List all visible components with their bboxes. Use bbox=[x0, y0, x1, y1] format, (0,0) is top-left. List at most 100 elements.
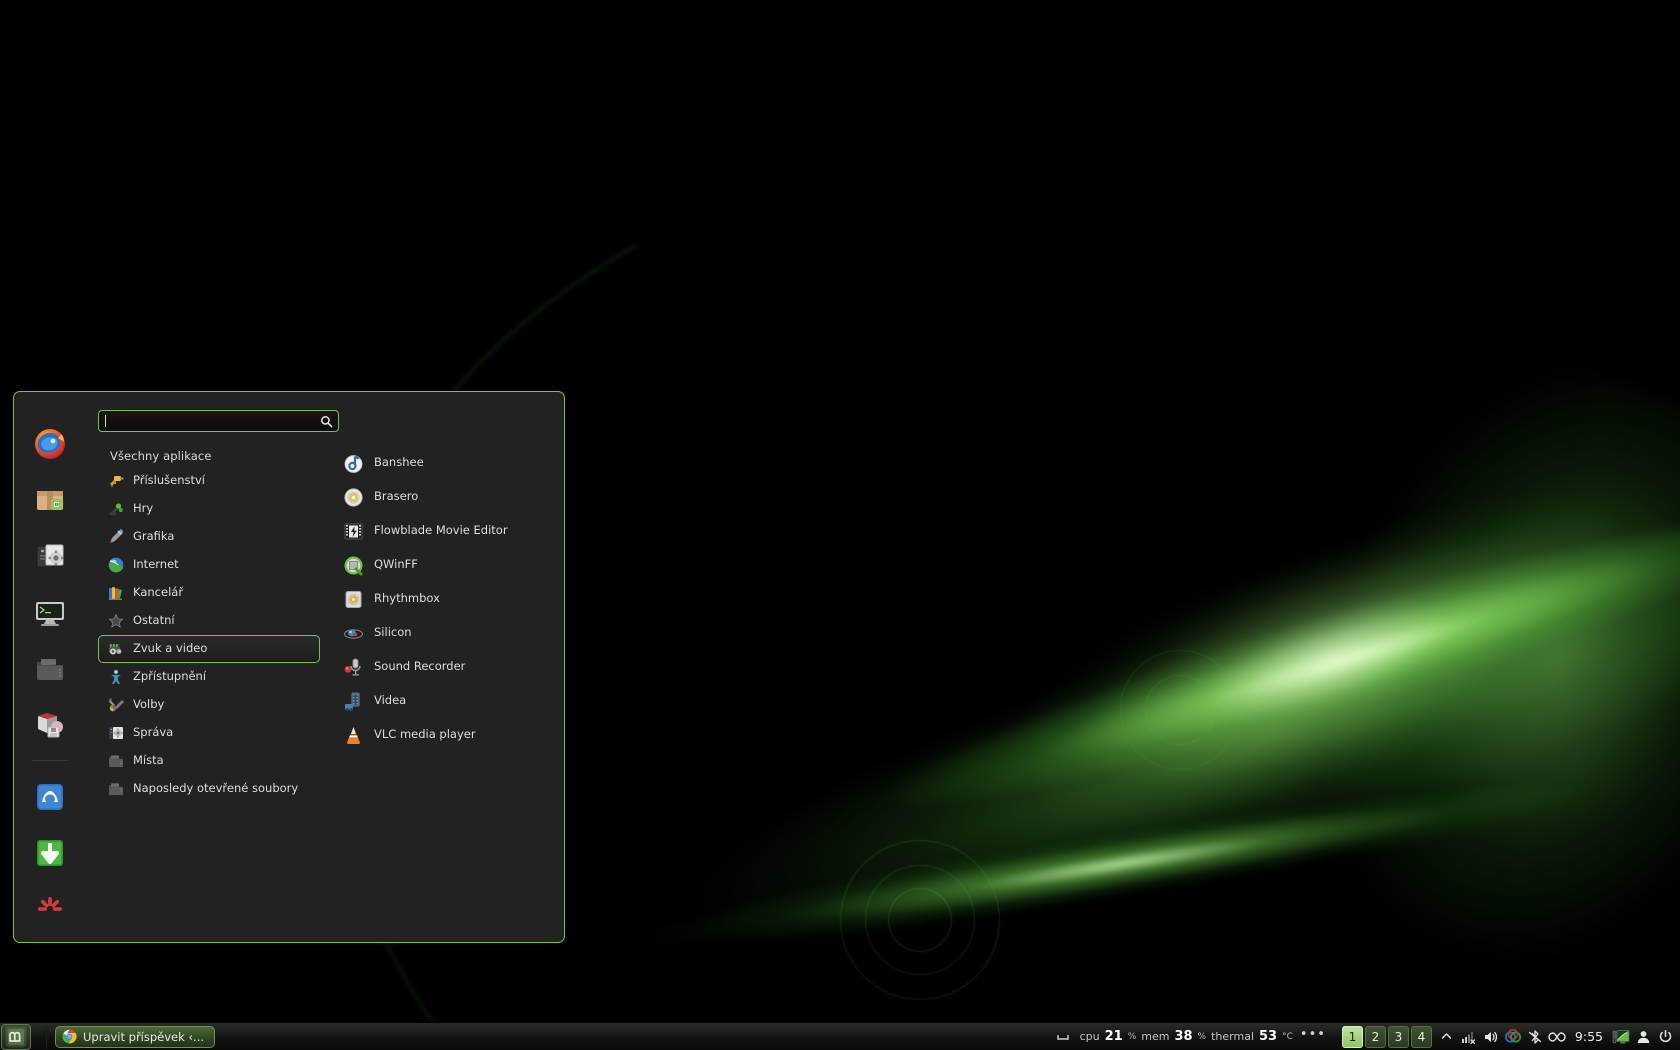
app-label: Flowblade Movie Editor bbox=[374, 523, 508, 538]
other-icon bbox=[108, 613, 124, 628]
category-label: Zpřístupnění bbox=[133, 669, 207, 684]
app-label: Videa bbox=[374, 693, 407, 708]
category-hry[interactable]: Hry bbox=[98, 495, 320, 523]
updates-icon bbox=[37, 840, 63, 866]
brasero-icon bbox=[344, 487, 363, 507]
app-silicon[interactable]: Silicon bbox=[334, 616, 554, 650]
category-label: Zvuk a video bbox=[133, 641, 208, 656]
application-menu[interactable]: Všechny aplikace Příslušenství Hry Grafi… bbox=[13, 391, 565, 943]
infinity-icon[interactable] bbox=[1546, 1026, 1568, 1048]
app-brasero[interactable]: Brasero bbox=[334, 480, 554, 514]
system-monitor-applet[interactable]: cpu 21 % mem 38 % thermal 53 °C ••• bbox=[1074, 1027, 1338, 1046]
favorite-package-installer[interactable] bbox=[27, 702, 73, 746]
workspace-1[interactable]: 1 bbox=[1341, 1025, 1363, 1048]
category-zpristupneni[interactable]: Zpřístupnění bbox=[98, 663, 320, 691]
tray-expand-icon[interactable] bbox=[1436, 1026, 1458, 1048]
category-label: Příslušenství bbox=[133, 473, 205, 488]
thermal-unit: °C bbox=[1282, 1031, 1293, 1042]
app-sound-recorder[interactable]: Sound Recorder bbox=[334, 650, 554, 684]
category-sprava[interactable]: Správa bbox=[98, 719, 320, 747]
qwinff-icon bbox=[344, 556, 363, 575]
mint-menu-button[interactable] bbox=[1, 1023, 31, 1050]
favorite-files[interactable] bbox=[27, 646, 73, 690]
chrome-icon bbox=[62, 1029, 77, 1044]
app-videa[interactable]: Videa bbox=[334, 684, 554, 718]
window-list-icon[interactable] bbox=[1052, 1026, 1074, 1048]
all-applications-label[interactable]: Všechny aplikace bbox=[98, 446, 320, 467]
workspace-3[interactable]: 3 bbox=[1387, 1025, 1409, 1048]
favorite-software-manager[interactable] bbox=[27, 478, 73, 522]
category-volby[interactable]: Volby bbox=[98, 691, 320, 719]
category-mista[interactable]: Místa bbox=[98, 747, 320, 775]
videos-icon bbox=[345, 692, 360, 711]
quit-icon bbox=[38, 897, 62, 911]
app-qwinff[interactable]: QWinFF bbox=[334, 548, 554, 582]
category-zvuk-a-video[interactable]: Zvuk a video bbox=[98, 635, 320, 663]
firefox-icon bbox=[35, 429, 65, 459]
clock[interactable]: 9:55 bbox=[1568, 1029, 1610, 1044]
files-icon bbox=[37, 659, 63, 680]
favorite-firefox[interactable] bbox=[27, 422, 73, 466]
accessibility-icon bbox=[111, 669, 121, 684]
workspace-4[interactable]: 4 bbox=[1410, 1025, 1432, 1048]
flowblade-icon bbox=[344, 523, 363, 539]
task-button[interactable]: Upravit příspěvek ‹... bbox=[55, 1025, 216, 1048]
show-desktop-button[interactable] bbox=[33, 1024, 47, 1049]
cpu-label: cpu bbox=[1079, 1030, 1100, 1043]
category-prislusenstvi[interactable]: Příslušenství bbox=[98, 467, 320, 495]
application-list: Banshee Brasero Flowblade Movie Editor Q… bbox=[320, 446, 554, 803]
favorite-help[interactable] bbox=[27, 775, 73, 819]
category-kancelar[interactable]: Kancelář bbox=[98, 579, 320, 607]
workspace-2[interactable]: 2 bbox=[1364, 1025, 1386, 1048]
favorite-terminal[interactable] bbox=[27, 590, 73, 634]
category-internet[interactable]: Internet bbox=[98, 551, 320, 579]
search-box[interactable] bbox=[98, 410, 339, 432]
workspace-switcher[interactable]: 1 2 3 4 bbox=[1338, 1025, 1436, 1048]
accessories-icon bbox=[110, 476, 124, 488]
app-label: QWinFF bbox=[374, 557, 418, 572]
favorites-divider bbox=[32, 760, 68, 761]
favorites-strip bbox=[14, 392, 86, 942]
app-banshee[interactable]: Banshee bbox=[334, 446, 554, 480]
app-label: VLC media player bbox=[374, 727, 476, 742]
volume-icon[interactable] bbox=[1480, 1026, 1502, 1048]
thermal-label: thermal bbox=[1211, 1030, 1255, 1043]
category-ostatni[interactable]: Ostatní bbox=[98, 607, 320, 635]
power-icon[interactable] bbox=[1654, 1026, 1676, 1048]
system-monitor-overflow[interactable]: ••• bbox=[1298, 1027, 1332, 1046]
user-icon[interactable] bbox=[1632, 1026, 1654, 1048]
vlc-icon bbox=[347, 726, 360, 744]
app-rhythmbox[interactable]: Rhythmbox bbox=[334, 582, 554, 616]
search-icon[interactable] bbox=[318, 413, 334, 429]
cpu-unit: % bbox=[1127, 1031, 1137, 1042]
app-vlc-media-player[interactable]: VLC media player bbox=[334, 718, 554, 752]
category-grafika[interactable]: Grafika bbox=[98, 523, 320, 551]
help-icon bbox=[37, 784, 63, 810]
mem-label: mem bbox=[1141, 1030, 1170, 1043]
banshee-icon bbox=[344, 454, 363, 473]
bluetooth-icon[interactable] bbox=[1524, 1026, 1546, 1048]
app-label: Sound Recorder bbox=[374, 659, 466, 674]
thermal-value: 53 bbox=[1259, 1029, 1278, 1044]
graphics-icon bbox=[110, 528, 124, 543]
category-label: Internet bbox=[133, 557, 179, 572]
favorite-control-center[interactable] bbox=[27, 534, 73, 578]
menu-body: Všechny aplikace Příslušenství Hry Grafi… bbox=[98, 446, 554, 803]
package-installer-icon bbox=[38, 713, 63, 738]
window-task-list: Upravit příspěvek ‹... bbox=[49, 1025, 216, 1048]
category-naposledy-otevrene-soubory[interactable]: Naposledy otevřené soubory bbox=[98, 775, 320, 803]
app-flowblade-movie-editor[interactable]: Flowblade Movie Editor bbox=[334, 514, 554, 548]
favorite-updates[interactable] bbox=[27, 831, 73, 875]
network-icon[interactable] bbox=[1458, 1026, 1480, 1048]
recent-files-icon bbox=[109, 783, 123, 795]
administration-icon bbox=[109, 727, 123, 739]
app-label: Banshee bbox=[374, 455, 424, 470]
dropbox-icon[interactable] bbox=[1502, 1026, 1524, 1048]
mem-unit: % bbox=[1197, 1031, 1207, 1042]
search-input[interactable] bbox=[106, 412, 318, 430]
display-icon[interactable] bbox=[1610, 1026, 1632, 1048]
favorite-quit[interactable] bbox=[27, 887, 73, 931]
category-label: Naposledy otevřené soubory bbox=[133, 781, 299, 796]
task-button-label: Upravit příspěvek ‹... bbox=[83, 1029, 205, 1044]
taskbar-panel[interactable]: Upravit příspěvek ‹... cpu 21 % mem 38 %… bbox=[0, 1022, 1680, 1050]
